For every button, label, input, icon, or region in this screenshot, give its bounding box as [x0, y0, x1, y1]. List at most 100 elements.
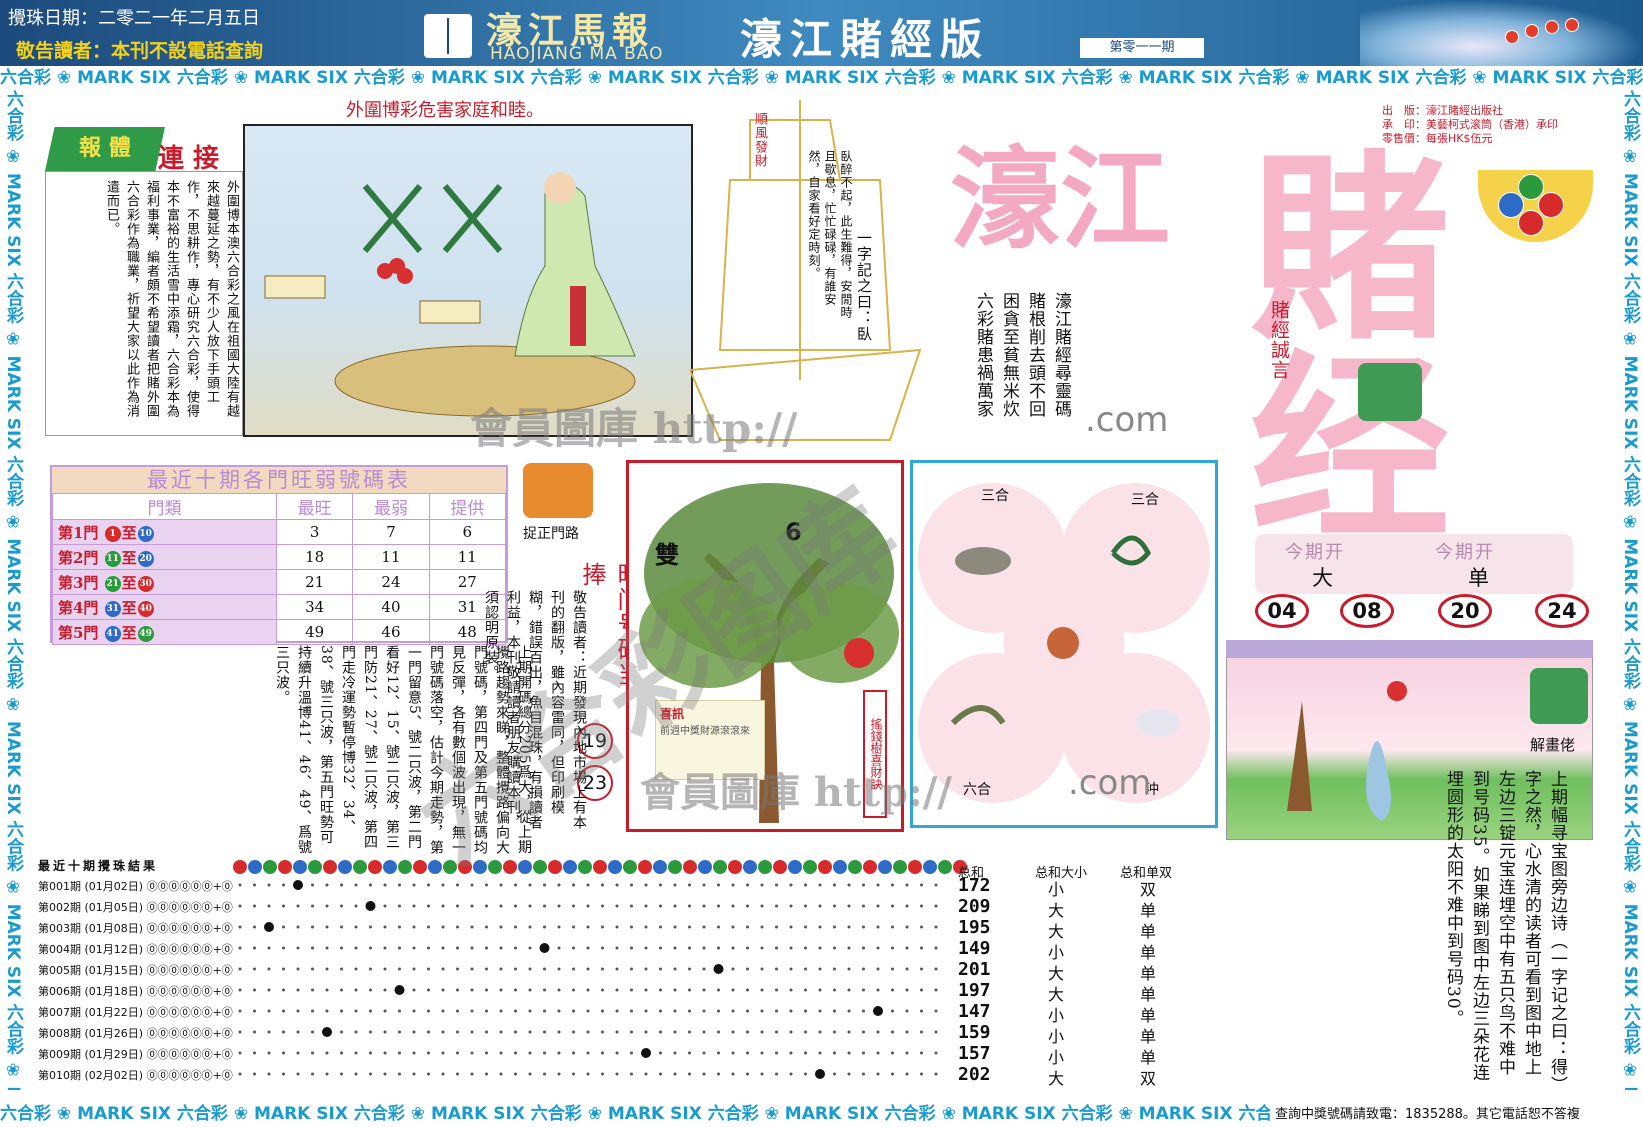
table-row: 第2門 11 至 20 18 11 11 [52, 544, 507, 570]
number-ball-icon [938, 860, 952, 874]
hot-value: 18 [275, 544, 354, 570]
number-ball-strip [233, 860, 968, 874]
book-icon [424, 14, 472, 58]
gate-label: 第4門 31 至 40 [52, 594, 277, 620]
hot-value: 34 [275, 594, 354, 620]
number-ball-icon [758, 860, 772, 874]
banner-headline: 外圍博彩危害家庭和睦。 [346, 100, 544, 121]
hot-value: 49 [275, 619, 354, 645]
reader-notice: 敬告讀者：本刊不設電話查詢 [16, 40, 264, 62]
draw-size: 大 [1048, 1069, 1065, 1088]
cold-value: 11 [352, 544, 430, 570]
draw-sum: 201 [958, 959, 991, 980]
draw-row-label: 第007期 (01月22日) ⓪⓪⓪⓪⓪⓪+⓪ [38, 1006, 233, 1019]
draw-row-label: 第003期 (01月08日) ⓪⓪⓪⓪⓪⓪+⓪ [38, 922, 233, 935]
draw-sum: 159 [958, 1022, 991, 1043]
ball-icon: 11 [104, 550, 121, 567]
number-ball-icon [608, 860, 622, 874]
illustration-woman [243, 124, 693, 437]
number-ball-icon [878, 860, 892, 874]
number-ball-icon [668, 860, 682, 874]
watermark: 會員圖庫 http:// [640, 769, 952, 816]
section-tag-sub: 連 接 [158, 144, 220, 174]
ball-icon: 40 [137, 600, 154, 617]
draw-sum: 209 [958, 896, 991, 917]
sail-flag: 順風發財 [752, 112, 767, 168]
ball-icon [1545, 20, 1559, 34]
publisher-line: 承 印：美藝柯式滚筒（香港）承印 [1382, 118, 1558, 131]
ball-icon [1565, 18, 1579, 32]
result-heading: 今期开 [1435, 542, 1495, 563]
table-header: 最旺 [275, 493, 354, 520]
poem-line: 賭根削去頭不回 [1025, 292, 1045, 418]
draw-sum: 147 [958, 1001, 991, 1022]
zodiac-panel: 三合 三合 六合 沖 .com [910, 460, 1218, 828]
masthead-decoration [1360, 0, 1643, 66]
number-ball-icon [728, 860, 742, 874]
sail-quote: 一字記之曰：臥 [855, 230, 873, 342]
gate-table: 最近十期各門旺弱號碼表 門類 最旺 最弱 提供 第1門 1 至 10 3 7 6 第2門 1… [50, 465, 508, 645]
draw-row-label: 第010期 (02月02日) ⓪⓪⓪⓪⓪⓪+⓪ [38, 1069, 233, 1082]
number-ball-icon [638, 860, 652, 874]
draw-parity: 双 [1140, 1069, 1157, 1088]
publisher-info: 出 版：濠江賭經出版社 承 印：美藝柯式滚筒（香港）承印 零售價：每張HK$伍元 [1382, 104, 1558, 146]
number-ball-icon [563, 860, 577, 874]
publisher-line: 零售價：每張HK$伍元 [1382, 132, 1493, 145]
gate-table-title: 最近十期各門旺弱號碼表 [52, 467, 506, 493]
grab-label: 捉正門路 [523, 526, 579, 542]
number-ball-icon [278, 860, 292, 874]
draw-row-label: 第009期 (01月29日) ⓪⓪⓪⓪⓪⓪+⓪ [38, 1048, 233, 1061]
number-ball-icon [518, 860, 532, 874]
number-ball-icon [893, 860, 907, 874]
draw-row-label: 第005期 (01月15日) ⓪⓪⓪⓪⓪⓪+⓪ [38, 964, 233, 977]
tip-value: 6 [428, 519, 507, 545]
number-ball-icon [713, 860, 727, 874]
zodiac-butterfly [918, 483, 1210, 803]
zodiac-domain: .com [1068, 763, 1152, 803]
big-logo: 濠江 [950, 135, 1170, 264]
cold-value: 40 [352, 594, 430, 620]
number-ball-icon [428, 860, 442, 874]
motto: 賭經誠言 [1268, 300, 1290, 380]
number-ball-icon [743, 860, 757, 874]
ball-icon: 1 [104, 525, 121, 542]
number-ball-icon [263, 860, 277, 874]
number-ball-icon [773, 860, 787, 874]
table-row: 第1門 1 至 10 3 7 6 [52, 519, 507, 545]
number-ball-icon [803, 860, 817, 874]
result-size: 大 [1312, 566, 1333, 590]
number-ball-icon [593, 860, 607, 874]
number-ball-icon [818, 860, 832, 874]
number-ball-icon [413, 860, 427, 874]
table-row: 第5門 41 至 49 49 46 48 [52, 619, 507, 645]
gate-table-grid: 門類 最旺 最弱 提供 第1門 1 至 10 3 7 6 第2門 11 至 20 18 11 11 第3… [52, 493, 507, 645]
ball-icon: 31 [104, 600, 121, 617]
ball-icon: 20 [137, 550, 154, 567]
draw-sum: 202 [958, 1064, 991, 1085]
tip-value: 11 [428, 544, 507, 570]
ball-icon: 30 [137, 575, 154, 592]
gate-label: 第5門 41 至 49 [52, 619, 277, 645]
publisher-line: 出 版：濠江賭經出版社 [1382, 104, 1503, 117]
cold-value: 7 [352, 519, 430, 545]
table-header: 最弱 [352, 493, 430, 520]
ball-icon [1505, 30, 1519, 44]
number-ball-icon [908, 860, 922, 874]
paper-logo-english: HAOJIANG MA BAO [490, 44, 664, 64]
illustration-art [264, 172, 636, 417]
article-text: 外圍博本澳六合彩之風在祖國大陸有越來越蔓延之勢，有不少人放下手頭工作，不思耕作，… [104, 180, 239, 418]
cold-value: 46 [352, 619, 430, 645]
result-number: 20 [1438, 594, 1492, 628]
hot-value: 21 [275, 569, 354, 595]
number-ball-icon [368, 860, 382, 874]
draw-sum: 195 [958, 917, 991, 938]
number-ball-icon [653, 860, 667, 874]
number-ball-icon [833, 860, 847, 874]
edition-title: 濠江賭經版 [740, 15, 991, 64]
draw-row-label: 第002期 (01月05日) ⓪⓪⓪⓪⓪⓪+⓪ [38, 901, 233, 914]
hot-value: 3 [275, 519, 354, 545]
result-heading: 今期开 [1285, 542, 1345, 563]
bottom-band: 六合彩 ❀ MARK SIX 六合彩 ❀ MARK SIX 六合彩 ❀ MARK… [0, 1104, 1270, 1124]
number-ball-icon [548, 860, 562, 874]
number-ball-icon [233, 860, 247, 874]
